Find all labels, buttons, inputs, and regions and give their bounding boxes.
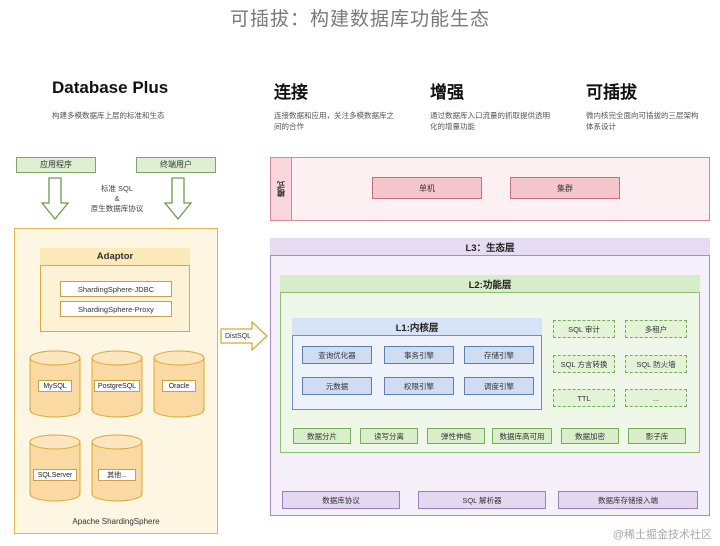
col-desc-database-plus: 构建多模数据库上层的标准和生态 [52, 111, 165, 120]
col-heading-pluggable: 可插拔 [586, 83, 637, 102]
arrow-down-left-icon [40, 177, 70, 221]
l2-elastic-scaling: 弹性伸缩 [427, 428, 485, 444]
l2-db-ha: 数据库高可用 [492, 428, 552, 444]
cylinder-other [91, 434, 143, 502]
jdbc-box: ShardingSphere-JDBC [60, 281, 172, 297]
db-sqlserver-label: SQLServer [33, 469, 77, 481]
l1-storage-engine: 存储引擎 [464, 346, 534, 364]
db-other-label: 其他... [98, 469, 136, 481]
app-box: 应用程序 [16, 157, 96, 173]
shardingsphere-footer: Apache ShardingSphere [72, 517, 160, 526]
l2-title: L2:功能层 [280, 275, 700, 293]
col-desc-pluggable: 微内核完全面向可插拔的三层架构体系设计 [586, 111, 699, 131]
db-postgresql-label: PostgreSQL [94, 380, 140, 392]
l2-sharding: 数据分片 [293, 428, 351, 444]
mode-standalone: 单机 [372, 177, 482, 199]
col-heading-enhance: 增强 [430, 83, 464, 102]
db-oracle-label: Oracle [162, 380, 196, 392]
l1-query-optimizer: 查询优化器 [302, 346, 372, 364]
l2-read-write-split: 读写分离 [360, 428, 418, 444]
watermark: @稀土掘金技术社区 [612, 529, 712, 541]
mode-label: 模式 [270, 157, 292, 221]
l1-scheduling-engine: 调度引擎 [464, 377, 534, 395]
proxy-box: ShardingSphere-Proxy [60, 301, 172, 317]
l3-storage-access: 数据库存储接入端 [558, 491, 698, 509]
col-desc-connect: 连接数据和应用，关注多模数据库之间的合作 [274, 111, 394, 131]
l2-sql-dialect: SQL 方言转换 [553, 355, 615, 373]
col-desc-enhance: 通过数据库入口流量的抓取提供透明化的增量功能 [430, 111, 550, 131]
protocol-label: 标准 SQL & 原生数据库协议 [90, 184, 144, 213]
col-heading-connect: 连接 [274, 83, 308, 102]
l3-sql-parser: SQL 解析器 [418, 491, 546, 509]
l2-shadow-db: 影子库 [628, 428, 686, 444]
l3-title: L3：生态层 [270, 238, 710, 256]
l3-db-protocol: 数据库协议 [282, 491, 400, 509]
l2-encryption: 数据加密 [561, 428, 619, 444]
l1-metadata: 元数据 [302, 377, 372, 395]
l2-more: ... [625, 389, 687, 407]
end-user-box: 终端用户 [136, 157, 216, 173]
l1-transaction-engine: 事务引擎 [384, 346, 454, 364]
l1-permission-engine: 权限引擎 [384, 377, 454, 395]
distsql-label: DistSQL [224, 332, 252, 340]
cylinder-sqlserver [29, 434, 81, 502]
l2-multi-tenant: 多租户 [625, 320, 687, 338]
l2-ttl: TTL [553, 389, 615, 407]
database-cylinders [29, 350, 205, 502]
l2-sql-firewall: SQL 防火墙 [625, 355, 687, 373]
l2-sql-audit: SQL 审计 [553, 320, 615, 338]
col-heading-database-plus: Database Plus [52, 78, 169, 97]
db-mysql-label: MySQL [38, 380, 72, 392]
arrow-down-right-icon [163, 177, 193, 221]
l1-title: L1:内核层 [292, 318, 542, 336]
mode-panel [270, 157, 710, 221]
adaptor-title: Adaptor [40, 248, 190, 266]
page-title: 可插拔：构建数据库功能生态 [229, 9, 490, 30]
mode-cluster: 集群 [510, 177, 620, 199]
